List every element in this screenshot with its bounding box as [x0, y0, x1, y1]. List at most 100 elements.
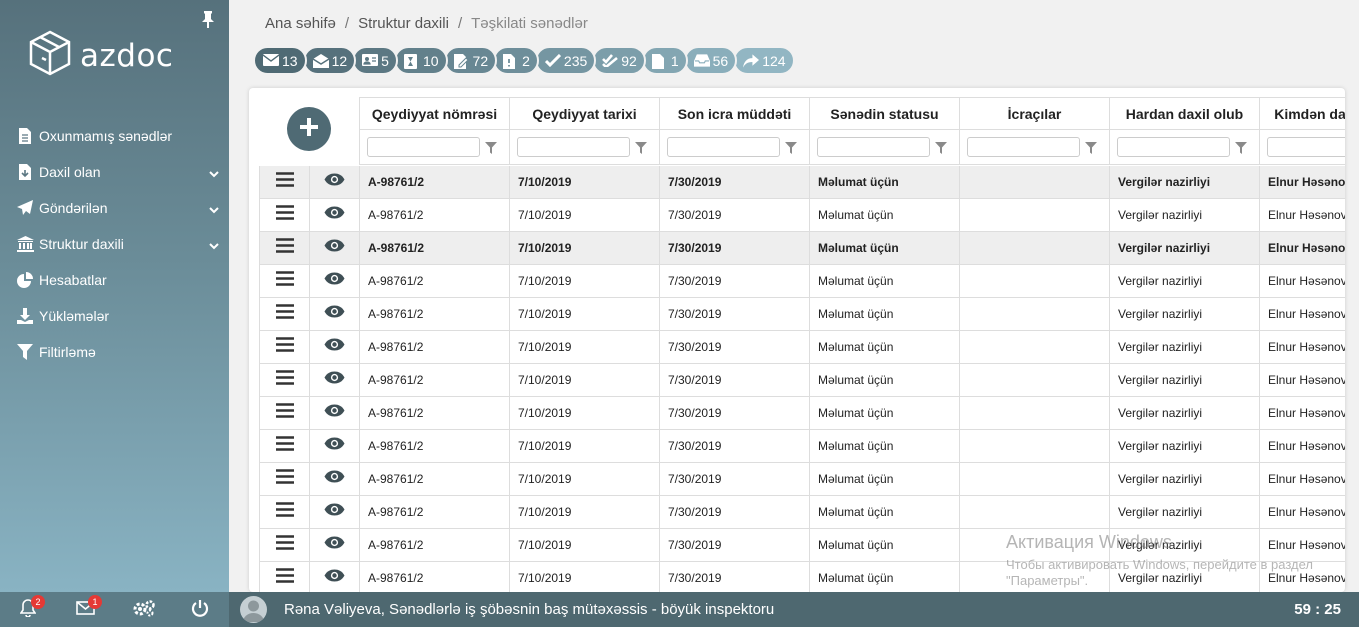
table-cell: Məlumat üçün [809, 166, 959, 198]
counter-pill[interactable]: 12 [302, 46, 357, 75]
row-menu-button[interactable] [259, 496, 309, 528]
breadcrumb-section[interactable]: Struktur daxili [358, 15, 449, 32]
filter-icon[interactable] [635, 141, 647, 154]
row-menu-button[interactable] [259, 166, 309, 198]
table-cell: Vergilər nazirliyi [1109, 265, 1259, 297]
table-cell: 7/10/2019 [509, 166, 659, 198]
counter-pill[interactable]: 124 [733, 46, 795, 75]
row-view-button[interactable] [309, 166, 359, 198]
counter-pill[interactable]: 2 [493, 46, 539, 75]
counter-pill[interactable]: 56 [683, 46, 738, 75]
row-view-button[interactable] [309, 364, 359, 396]
hamburger-icon [275, 568, 294, 588]
sidebar-item-sent[interactable]: Göndərilən [0, 190, 229, 226]
messages-button[interactable]: 1 [75, 595, 102, 620]
row-menu-button[interactable] [259, 397, 309, 429]
filter-input[interactable] [517, 137, 630, 157]
column-header[interactable]: Hardan daxil olub [1109, 97, 1259, 130]
row-view-button[interactable] [309, 496, 359, 528]
sidebar-item-incoming[interactable]: Daxil olan [0, 154, 229, 190]
counter-pill[interactable]: 72 [443, 46, 498, 75]
filter-input[interactable] [1267, 137, 1345, 157]
table-row[interactable]: A-98761/2 7/10/2019 7/30/2019 Məlumat üçün V… [259, 199, 1345, 232]
filter-icon[interactable] [935, 141, 947, 154]
counter-pill[interactable]: 10 [393, 46, 448, 75]
chevron-down-icon [209, 166, 219, 178]
row-menu-button[interactable] [259, 430, 309, 462]
row-view-button[interactable] [309, 430, 359, 462]
table-row[interactable]: A-98761/2 7/10/2019 7/30/2019 Məlumat üçün V… [259, 166, 1345, 199]
row-menu-button[interactable] [259, 529, 309, 561]
pin-icon[interactable] [200, 10, 216, 28]
row-menu-button[interactable] [259, 331, 309, 363]
eye-icon [324, 371, 345, 389]
column-header[interactable]: Qeydiyyat nömrəsi [359, 97, 509, 130]
sidebar-item-filter[interactable]: Filtirləmə [0, 334, 229, 370]
counter-pill[interactable]: 92 [592, 46, 646, 75]
sidebar-item-label: Filtirləmə [39, 344, 96, 360]
row-menu-button[interactable] [259, 364, 309, 396]
row-view-button[interactable] [309, 232, 359, 264]
column-header[interactable]: İcraçılar [959, 97, 1109, 130]
eye-icon [324, 503, 345, 521]
filter-input[interactable] [667, 137, 780, 157]
table-row[interactable]: A-98761/2 7/10/2019 7/30/2019 Məlumat üçün V… [259, 430, 1345, 463]
edit-doc-icon [453, 53, 470, 69]
row-view-button[interactable] [309, 298, 359, 330]
table-row[interactable]: A-98761/2 7/10/2019 7/30/2019 Məlumat üçün V… [259, 397, 1345, 430]
breadcrumb-home[interactable]: Ana səhifə [265, 15, 336, 32]
filter-icon[interactable] [485, 141, 497, 154]
sidebar-item-downloads[interactable]: Yükləmələr [0, 298, 229, 334]
row-view-button[interactable] [309, 463, 359, 495]
sidebar-item-label: Göndərilən [39, 200, 108, 216]
table-cell: Vergilər nazirliyi [1109, 463, 1259, 495]
filter-input[interactable] [367, 137, 480, 157]
table-row[interactable]: A-98761/2 7/10/2019 7/30/2019 Məlumat üçün V… [259, 364, 1345, 397]
settings-button[interactable] [131, 599, 157, 620]
row-menu-button[interactable] [259, 463, 309, 495]
counter-pill[interactable]: 5 [352, 46, 398, 75]
filter-input[interactable] [967, 137, 1080, 157]
filter-icon[interactable] [1085, 141, 1097, 154]
row-view-button[interactable] [309, 265, 359, 297]
notifications-button[interactable]: 2 [18, 595, 45, 620]
table-row[interactable]: A-98761/2 7/10/2019 7/30/2019 Məlumat üçün V… [259, 298, 1345, 331]
table-row[interactable]: A-98761/2 7/10/2019 7/30/2019 Məlumat üçün V… [259, 496, 1345, 529]
row-view-button[interactable] [309, 529, 359, 561]
counter-pill[interactable]: 1 [641, 46, 688, 75]
table-cell [959, 496, 1109, 528]
sidebar-item-internal[interactable]: Struktur daxili [0, 226, 229, 262]
column-header[interactable]: Kimdən daxil olub [1259, 97, 1345, 130]
row-menu-button[interactable] [259, 265, 309, 297]
counter-pill[interactable]: 235 [534, 46, 597, 75]
row-menu-button[interactable] [259, 298, 309, 330]
column-header[interactable]: Qeydiyyat tarixi [509, 97, 659, 130]
hamburger-icon [275, 205, 294, 225]
row-menu-button[interactable] [259, 562, 309, 592]
table-row[interactable]: A-98761/2 7/10/2019 7/30/2019 Məlumat üçün V… [259, 331, 1345, 364]
filter-icon[interactable] [1235, 141, 1247, 154]
row-menu-button[interactable] [259, 232, 309, 264]
counter-value: 13 [282, 52, 298, 69]
hamburger-icon [275, 238, 294, 258]
row-view-button[interactable] [309, 397, 359, 429]
table-row[interactable]: A-98761/2 7/10/2019 7/30/2019 Məlumat üçün V… [259, 463, 1345, 496]
counter-pill[interactable]: 13 [253, 46, 307, 75]
row-view-button[interactable] [309, 331, 359, 363]
row-view-button[interactable] [309, 199, 359, 231]
logout-button[interactable] [190, 599, 210, 620]
row-view-button[interactable] [309, 562, 359, 592]
filter-input[interactable] [1117, 137, 1230, 157]
sidebar-item-reports[interactable]: Hesabatlar [0, 262, 229, 298]
table-row[interactable]: A-98761/2 7/10/2019 7/30/2019 Məlumat üçün V… [259, 232, 1345, 265]
column-header[interactable]: Sənədin statusu [809, 97, 959, 130]
column-header[interactable]: Son icra müddəti [659, 97, 809, 130]
avatar[interactable] [240, 596, 267, 623]
row-menu-button[interactable] [259, 199, 309, 231]
sidebar-item-label: Daxil olan [39, 164, 101, 180]
table-row[interactable]: A-98761/2 7/10/2019 7/30/2019 Məlumat üçün V… [259, 265, 1345, 298]
add-document-button[interactable] [287, 107, 331, 151]
sidebar-item-unread[interactable]: Oxunmamış sənədlər [0, 118, 229, 154]
filter-input[interactable] [817, 137, 930, 157]
filter-icon[interactable] [785, 141, 797, 154]
